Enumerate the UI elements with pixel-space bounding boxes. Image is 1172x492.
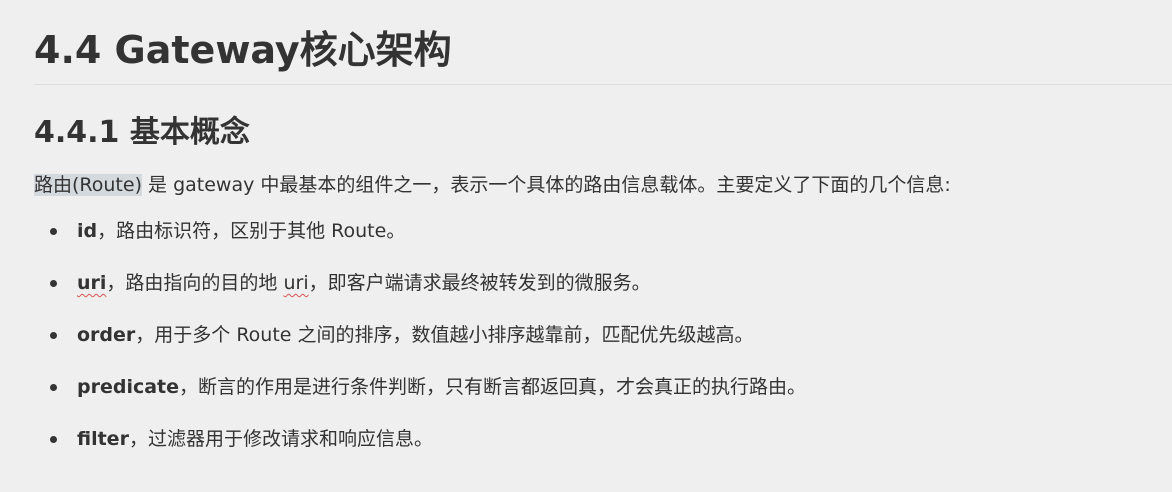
- term-label: predicate: [77, 376, 180, 398]
- subsection-heading: 4.4.1 基本概念: [34, 115, 250, 150]
- term-description: ，用于多个 Route 之间的排序，数值越小排序越靠前，匹配优先级越高。: [135, 324, 754, 346]
- list-item-predicate: predicate，断言的作用是进行条件判断，只有断言都返回真，才会真正的执行路…: [50, 367, 1172, 419]
- term-description: ，路由标识符，区别于其他 Route。: [97, 220, 406, 242]
- bullet-icon: [50, 384, 57, 391]
- section-heading: 4.4 Gateway核心架构: [34, 0, 1172, 85]
- term-description: ，路由指向的目的地: [106, 272, 284, 294]
- list-item-filter: filter，过滤器用于修改请求和响应信息。: [50, 419, 1172, 471]
- intro-text: 是 gateway 中最基本的组件之一，表示一个具体的路由信息载体。主要定义了下…: [141, 174, 951, 196]
- intro-paragraph: 路由(Route) 是 gateway 中最基本的组件之一，表示一个具体的路由信…: [34, 155, 1172, 201]
- term-label: uri: [77, 272, 107, 294]
- term-label: order: [77, 324, 136, 346]
- bullet-icon: [50, 332, 57, 339]
- list-item-uri: uri，路由指向的目的地 uri，即客户端请求最终被转发到的微服务。: [50, 263, 1172, 315]
- term-description-tail: ，即客户端请求最终被转发到的微服务。: [308, 272, 651, 294]
- concept-list: id，路由标识符，区别于其他 Route。 uri，路由指向的目的地 uri，即…: [34, 201, 1172, 471]
- document-page: 4.4 Gateway核心架构 4.4.1 基本概念 路由(Route) 是 g…: [0, 0, 1172, 492]
- term-description: ，断言的作用是进行条件判断，只有断言都返回真，才会真正的执行路由。: [179, 376, 807, 398]
- bullet-icon: [50, 228, 57, 235]
- term-label: id: [77, 220, 98, 242]
- bullet-icon: [50, 280, 57, 287]
- list-item-order: order，用于多个 Route 之间的排序，数值越小排序越靠前，匹配优先级越高…: [50, 315, 1172, 367]
- spellcheck-word: uri: [283, 272, 309, 294]
- highlighted-text[interactable]: 路由(Route): [34, 174, 142, 196]
- term-label: filter: [77, 428, 129, 450]
- term-description: ，过滤器用于修改请求和响应信息。: [128, 428, 433, 450]
- bullet-icon: [50, 436, 57, 443]
- list-item-id: id，路由标识符，区别于其他 Route。: [50, 211, 1172, 263]
